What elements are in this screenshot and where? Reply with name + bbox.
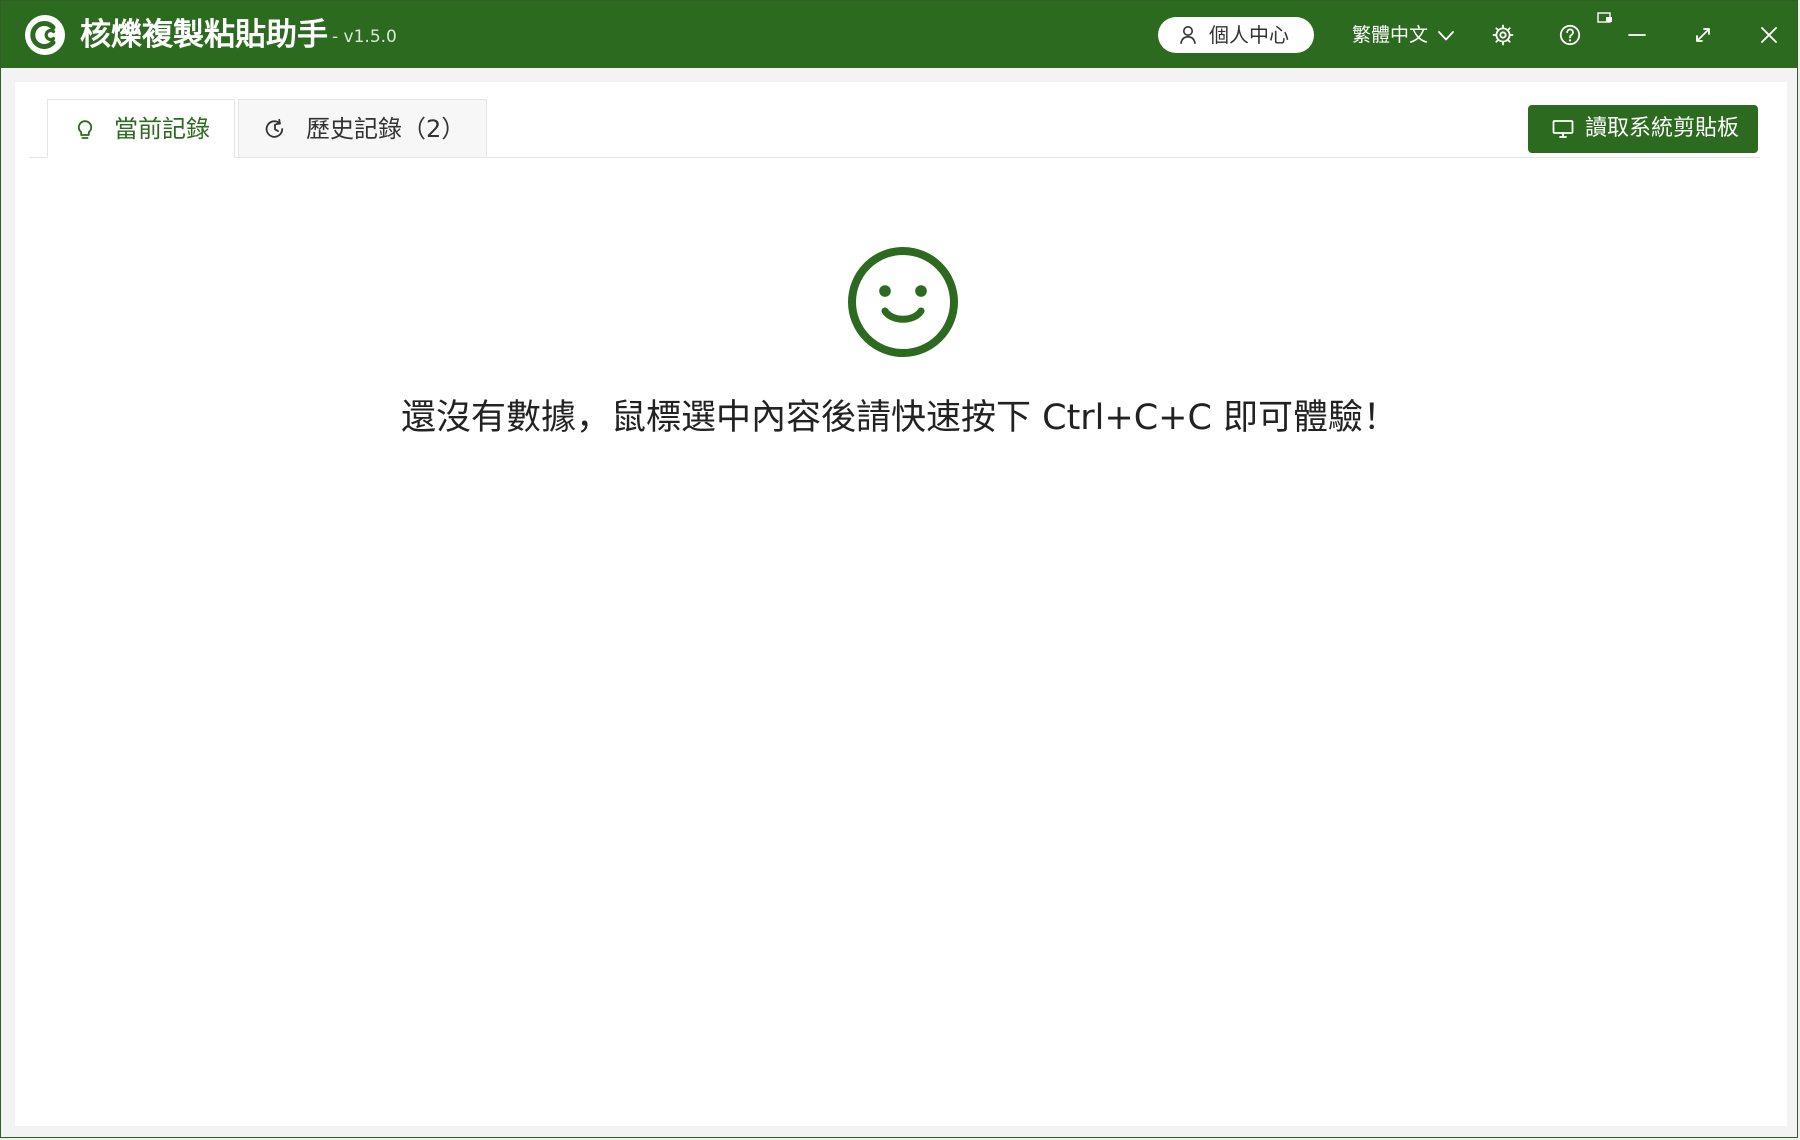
title-bar: 核爍複製粘貼助手 - v1.5.0 個人中心 繁體中文 xyxy=(1,1,1797,68)
language-selector[interactable]: 繁體中文 xyxy=(1352,19,1454,51)
maximize-icon[interactable] xyxy=(1691,23,1715,47)
user-icon xyxy=(1180,26,1196,44)
window-badge-icon xyxy=(1597,12,1612,23)
language-label: 繁體中文 xyxy=(1352,24,1429,46)
close-icon[interactable] xyxy=(1757,23,1781,47)
chevron-down-icon xyxy=(1438,31,1454,41)
app-window: 核爍複製粘貼助手 - v1.5.0 個人中心 繁體中文 當前記錄 歷史記錄（2）… xyxy=(0,0,1798,1138)
smile-icon xyxy=(848,247,958,357)
app-version: - v1.5.0 xyxy=(332,27,397,47)
history-icon xyxy=(265,118,284,138)
tab-current-label: 當前記錄 xyxy=(114,115,210,143)
gear-icon[interactable] xyxy=(1491,23,1515,47)
monitor-icon xyxy=(1552,120,1574,138)
personal-center-label: 個人中心 xyxy=(1209,23,1289,47)
read-system-clipboard-button[interactable]: 讀取系統剪貼板 xyxy=(1528,105,1758,153)
tab-current-records[interactable]: 當前記錄 xyxy=(47,99,235,158)
app-title: 核爍複製粘貼助手 xyxy=(80,17,328,53)
personal-center-button[interactable]: 個人中心 xyxy=(1158,17,1314,53)
empty-state-message: 還沒有數據，鼠標選中內容後請快速按下 Ctrl+C+C 即可體驗！ xyxy=(401,398,1399,438)
main-content: 當前記錄 歷史記錄（2） 讀取系統剪貼板 還沒有數據，鼠標選中內容後請快速按下 … xyxy=(15,82,1787,1126)
tab-history-label: 歷史記錄（2） xyxy=(306,115,466,143)
tab-history-records[interactable]: 歷史記錄（2） xyxy=(238,99,487,158)
read-system-clipboard-label: 讀取系統剪貼板 xyxy=(1585,116,1740,141)
minimize-icon[interactable] xyxy=(1625,23,1649,47)
lightbulb-icon xyxy=(77,120,93,139)
app-logo-icon xyxy=(25,15,65,55)
help-icon[interactable] xyxy=(1558,23,1582,47)
